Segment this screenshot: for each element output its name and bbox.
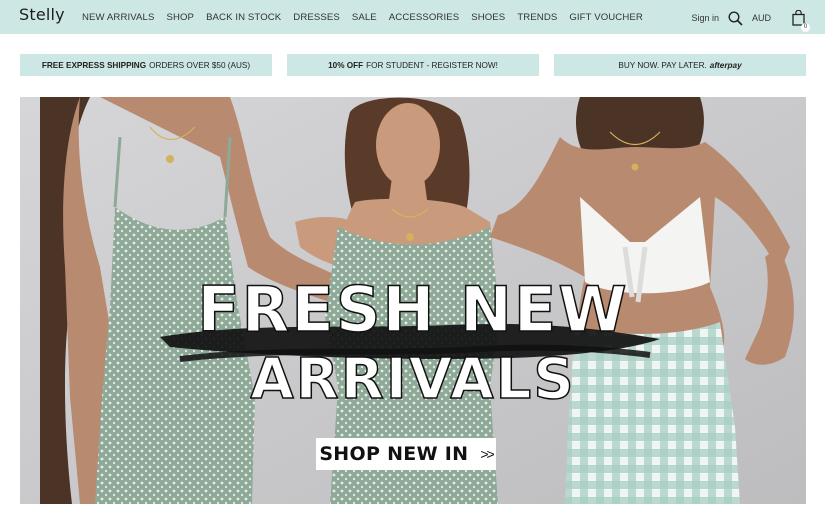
promo-text: ORDERS OVER $50 (AUS): [149, 60, 251, 70]
nav-item-dresses[interactable]: DRESSES: [293, 12, 340, 23]
nav-item-trends[interactable]: TRENDS: [517, 12, 557, 23]
promo-bold-text: FREE EXPRESS SHIPPING: [41, 60, 147, 70]
promo-student-discount[interactable]: 10% OFF FOR STUDENT - REGISTER NOW!: [287, 54, 539, 76]
hero-headline-line2: ARRIVALS: [250, 347, 576, 412]
promo-bold-text: 10% OFF: [328, 60, 364, 70]
promo-free-shipping[interactable]: FREE EXPRESS SHIPPING ORDERS OVER $50 (AU…: [20, 54, 272, 76]
main-nav: NEW ARRIVALS SHOP BACK IN STOCK DRESSES …: [82, 12, 655, 23]
nav-item-accessories[interactable]: ACCESSORIES: [389, 12, 459, 23]
double-chevron-right-icon: >>: [480, 446, 494, 462]
hero-headline-line1: FRESH NEW: [197, 273, 629, 346]
promo-strip: FREE EXPRESS SHIPPING ORDERS OVER $50 (AU…: [20, 54, 806, 76]
search-icon[interactable]: [728, 10, 743, 26]
nav-item-new-arrivals[interactable]: NEW ARRIVALS: [82, 12, 154, 23]
nav-item-sale[interactable]: SALE: [352, 12, 377, 23]
currency-selector[interactable]: AUD: [752, 13, 771, 23]
promo-text: FOR STUDENT - REGISTER NOW!: [366, 60, 498, 70]
nav-item-back-in-stock[interactable]: BACK IN STOCK: [206, 12, 281, 23]
shop-new-in-label: SHOP NEW IN: [319, 443, 469, 465]
header-tools: Sign in AUD 0: [691, 9, 810, 32]
nav-item-shop[interactable]: SHOP: [166, 12, 194, 23]
shop-new-in-button[interactable]: SHOP NEW IN >>: [316, 438, 496, 470]
shopping-bag-icon[interactable]: 0: [792, 10, 810, 32]
sign-in-link[interactable]: Sign in: [691, 13, 719, 23]
hero-banner[interactable]: FRESH NEW ARRIVALS SHOP NEW IN >>: [20, 97, 806, 504]
promo-text: BUY NOW. PAY LATER.: [618, 60, 707, 70]
promo-afterpay[interactable]: BUY NOW. PAY LATER. afterpay: [554, 54, 806, 76]
cart-count-badge: 0: [801, 23, 810, 32]
nav-item-gift-voucher[interactable]: GIFT VOUCHER: [569, 12, 643, 23]
brand-logo[interactable]: Stelly: [19, 5, 65, 24]
top-navigation-bar: Stelly NEW ARRIVALS SHOP BACK IN STOCK D…: [0, 0, 825, 34]
nav-item-shoes[interactable]: SHOES: [471, 12, 505, 23]
afterpay-logo: afterpay: [709, 60, 742, 70]
